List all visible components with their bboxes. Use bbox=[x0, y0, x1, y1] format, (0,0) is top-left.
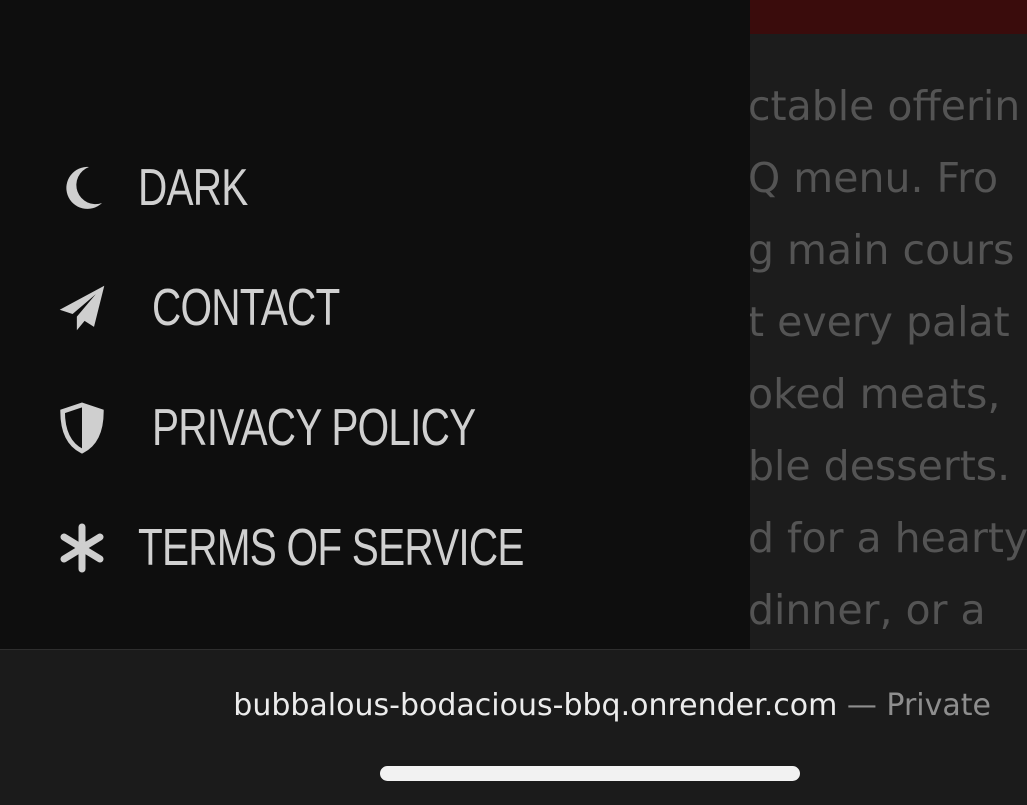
shield-icon bbox=[58, 400, 106, 456]
menu-item-label: CONTACT bbox=[152, 279, 340, 337]
background-text-line: oked meats, bbox=[748, 370, 1001, 418]
background-text-line: g main cours bbox=[748, 226, 1015, 274]
side-drawer-menu: DARK CONTACT PRIVACY POLICY TERMS OF SER… bbox=[0, 0, 750, 650]
background-text-line: dinner, or a bbox=[748, 586, 986, 634]
url-domain: bubbalous-bodacious-bbq.onrender.com bbox=[233, 688, 838, 723]
browser-address-bar[interactable]: bubbalous-bodacious-bbq.onrender.com — P… bbox=[0, 649, 1027, 805]
background-text-line: ble desserts. bbox=[748, 442, 1011, 490]
moon-icon bbox=[58, 160, 106, 216]
background-text: ctable offerin Q menu. Fro g main cours … bbox=[748, 70, 1027, 646]
menu-item-contact[interactable]: CONTACT bbox=[58, 278, 392, 338]
menu-item-dark[interactable]: DARK bbox=[58, 158, 278, 218]
background-text-line: Q menu. Fro bbox=[748, 154, 999, 202]
menu-item-label: PRIVACY POLICY bbox=[152, 399, 476, 457]
url-display[interactable]: bubbalous-bodacious-bbq.onrender.com — P… bbox=[233, 688, 991, 723]
asterisk-icon bbox=[58, 520, 106, 576]
browsing-mode-label: Private bbox=[886, 688, 991, 723]
background-text-line: t every palat bbox=[748, 298, 1010, 346]
menu-item-label: TERMS OF SERVICE bbox=[138, 519, 524, 577]
url-separator: — bbox=[846, 688, 877, 723]
menu-item-terms-of-service[interactable]: TERMS OF SERVICE bbox=[58, 518, 632, 578]
menu-item-label: DARK bbox=[138, 159, 248, 217]
menu-item-privacy-policy[interactable]: PRIVACY POLICY bbox=[58, 398, 567, 458]
screen: ctable offerin Q menu. Fro g main cours … bbox=[0, 0, 1027, 805]
home-indicator[interactable] bbox=[380, 766, 800, 781]
background-text-line: d for a hearty bbox=[748, 514, 1027, 562]
paper-plane-icon bbox=[58, 280, 106, 336]
background-text-line: ctable offerin bbox=[748, 82, 1021, 130]
